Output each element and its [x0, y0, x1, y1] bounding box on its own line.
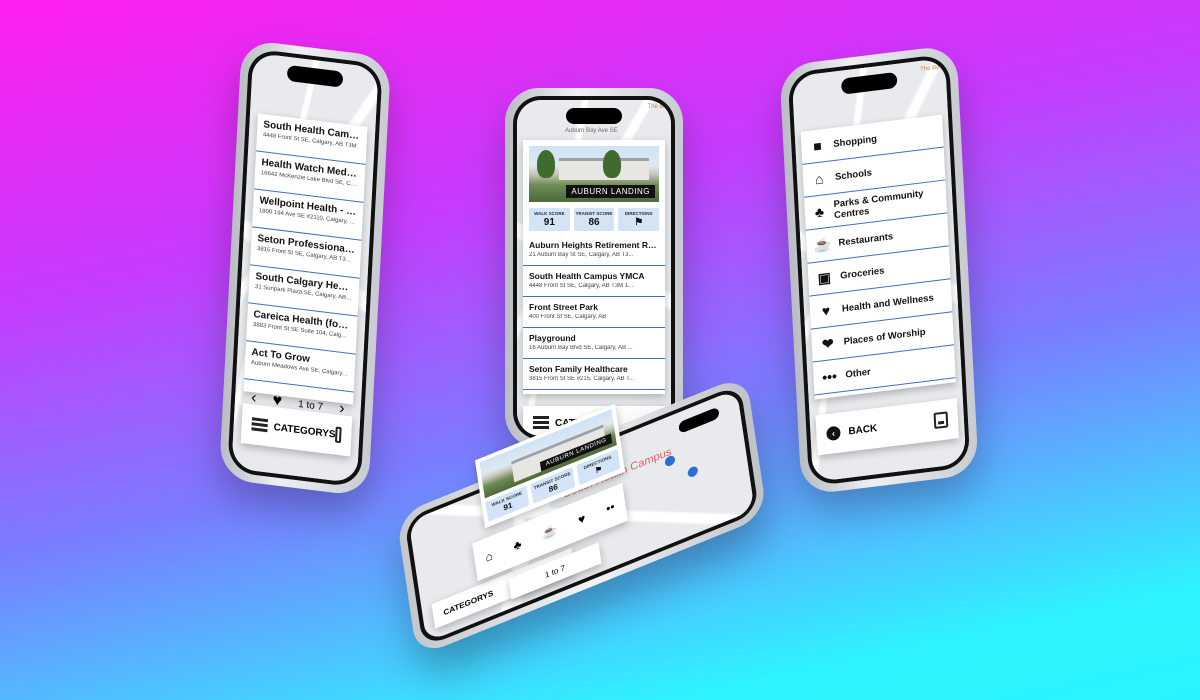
- property-name: AUBURN LANDING: [566, 185, 655, 198]
- coffee-cup-icon: ☕: [813, 235, 832, 254]
- dynamic-island: [566, 108, 622, 124]
- right-phone-screen: The Be ■ Shopping ⌂ Schools ♣ Parks & Comm…: [787, 53, 971, 487]
- shopping-bag-icon: ■: [812, 137, 823, 155]
- score-label: WALK SCORE: [534, 211, 565, 216]
- list-icon: [251, 417, 269, 433]
- list-item-title: Front Street Park: [529, 302, 598, 312]
- map-view-icon[interactable]: [335, 426, 342, 444]
- more-dots-icon[interactable]: ••: [605, 499, 615, 516]
- back-label: BACK: [848, 422, 878, 438]
- category-label: Schools: [834, 166, 873, 183]
- categories-card: ■ Shopping ⌂ Schools ♣ Parks & Community C…: [800, 114, 956, 400]
- categories-label: CATEGORYS: [273, 421, 336, 441]
- left-phone: South Health Campus 4448 Front St SE, Ca…: [218, 39, 392, 497]
- grocery-basket-icon: ▣: [817, 268, 832, 287]
- category-label: Groceries: [839, 264, 885, 282]
- list-item-address: 400 Front St SE, Calgary, AB: [529, 314, 607, 320]
- category-label: Shopping: [833, 133, 878, 150]
- category-label: Restaurants: [838, 230, 894, 249]
- score-label: TRANSIT SCORE: [575, 211, 613, 216]
- hands-heart-icon: ❤: [821, 334, 835, 353]
- tree-icon: ♣: [814, 203, 825, 221]
- pager-text: 1 to 7: [544, 562, 566, 580]
- category-label: Other: [845, 366, 871, 381]
- category-label: Health and Wellness: [841, 291, 935, 315]
- coffee-cup-icon[interactable]: ☕: [541, 522, 558, 541]
- road-label: Auburn Bay Ave SE: [565, 128, 618, 134]
- heart-plus-icon: ♥: [821, 302, 831, 320]
- list-item[interactable]: South Health Campus YMCA 4448 Front St S…: [523, 266, 665, 297]
- left-phone-screen: South Health Campus 4448 Front St SE, Ca…: [227, 48, 383, 488]
- right-phone: The Be ■ Shopping ⌂ Schools ♣ Parks & Comm…: [779, 44, 979, 496]
- property-photo: AUBURN LANDING: [529, 146, 659, 202]
- front-phone: South Health Campus H CATEGORYS AUBURN L…: [396, 374, 790, 680]
- transit-score: TRANSIT SCORE 86: [573, 208, 615, 231]
- list-item-title: South Health Campus YMCA: [529, 271, 645, 281]
- tree-icon[interactable]: ♣: [513, 537, 523, 553]
- map-view-icon[interactable]: [933, 411, 949, 430]
- directions-button[interactable]: DIRECTIONS ⚑: [618, 208, 660, 231]
- back-arrow-icon: ‹: [826, 425, 841, 442]
- heart-plus-icon[interactable]: ♥: [577, 511, 586, 527]
- school-icon: ⌂: [814, 170, 824, 188]
- category-label: Places of Worship: [843, 326, 926, 348]
- list-item[interactable]: Auburn Heights Retirement Res... 21 Aubu…: [523, 235, 665, 266]
- more-dots-icon: •••: [821, 367, 838, 386]
- corner-map-label: The Be: [647, 104, 667, 110]
- school-icon[interactable]: ⌂: [484, 549, 493, 565]
- results-list-card: South Health Campus 4448 Front St SE, Ca…: [243, 113, 368, 418]
- score-label: DIRECTIONS: [624, 211, 653, 216]
- list-item-address: 4448 Front St SE, Calgary, AB T3M 1...: [529, 283, 634, 289]
- list-item-address: 21 Auburn Bay St SE, Calgary, AB T3...: [529, 252, 634, 258]
- score-value: 86: [588, 217, 600, 228]
- score-value: 91: [543, 217, 555, 228]
- list-item-title: Auburn Heights Retirement Res...: [529, 240, 659, 250]
- score-value: ⚑: [634, 217, 644, 228]
- list-item[interactable]: Front Street Park 400 Front St SE, Calga…: [523, 297, 665, 328]
- walk-score: WALK SCORE 91: [529, 208, 570, 231]
